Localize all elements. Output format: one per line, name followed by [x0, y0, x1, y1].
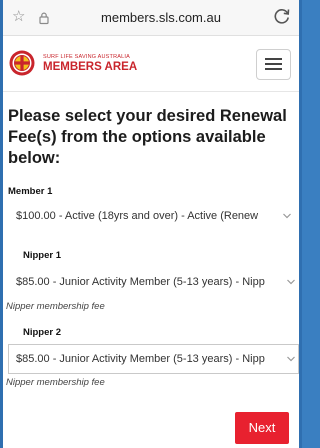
menu-line [265, 68, 282, 70]
site-header: SURF LIFE SAVING AUSTRALIA MEMBERS AREA [3, 36, 299, 92]
nipper-1-label: Nipper 1 [23, 250, 62, 261]
nipper-1-fee-select[interactable]: $85.00 - Junior Activity Member (5-13 ye… [15, 267, 299, 297]
hamburger-menu-icon[interactable] [256, 49, 291, 80]
sls-logo-icon[interactable] [9, 50, 35, 76]
nipper-2-helper-text: Nipper membership fee [6, 377, 105, 388]
menu-line [265, 58, 282, 60]
brand-title[interactable]: MEMBERS AREA [43, 61, 137, 73]
nipper-2-fee-select[interactable]: $85.00 - Junior Activity Member (5-13 ye… [8, 344, 299, 374]
star-icon[interactable]: ☆ [12, 9, 25, 24]
url-text[interactable]: members.sls.com.au [63, 10, 259, 25]
chevron-down-icon [283, 213, 291, 219]
page-title: Please select your desired Renewal Fee(s… [8, 107, 287, 167]
menu-line [265, 63, 282, 65]
chevron-down-icon [287, 356, 295, 362]
member-1-label: Member 1 [8, 186, 53, 197]
chevron-down-icon [287, 279, 295, 285]
brand-subtitle: SURF LIFE SAVING AUSTRALIA [43, 54, 131, 60]
nipper-2-label: Nipper 2 [23, 327, 62, 338]
nipper-2-fee-value: $85.00 - Junior Activity Member (5-13 ye… [16, 353, 265, 365]
window-edge-right [299, 0, 302, 448]
browser-address-bar: ☆ members.sls.com.au [3, 0, 299, 36]
lock-icon [39, 12, 49, 25]
reload-icon[interactable] [271, 5, 293, 27]
member-1-fee-value: $100.00 - Active (18yrs and over) - Acti… [16, 210, 259, 222]
nipper-1-fee-value: $85.00 - Junior Activity Member (5-13 ye… [16, 276, 265, 288]
nipper-1-helper-text: Nipper membership fee [6, 301, 105, 312]
member-1-fee-select[interactable]: $100.00 - Active (18yrs and over) - Acti… [15, 201, 295, 231]
page-content: SURF LIFE SAVING AUSTRALIA MEMBERS AREA … [3, 36, 299, 448]
next-button[interactable]: Next [235, 412, 289, 444]
